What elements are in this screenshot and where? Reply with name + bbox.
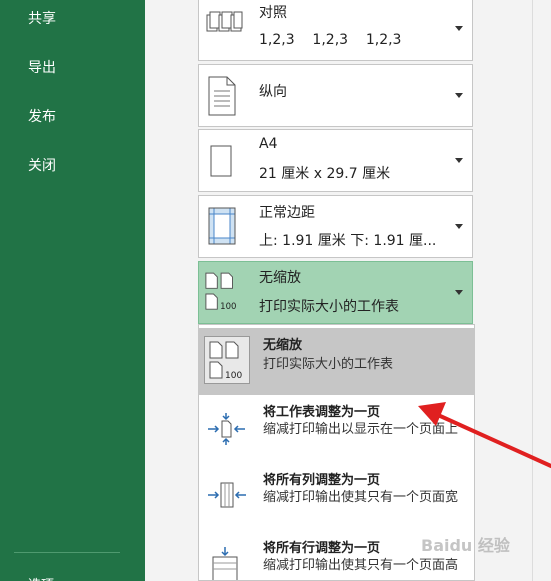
watermark: Baidu 经验 — [421, 536, 510, 555]
annotation-arrow — [418, 402, 551, 468]
